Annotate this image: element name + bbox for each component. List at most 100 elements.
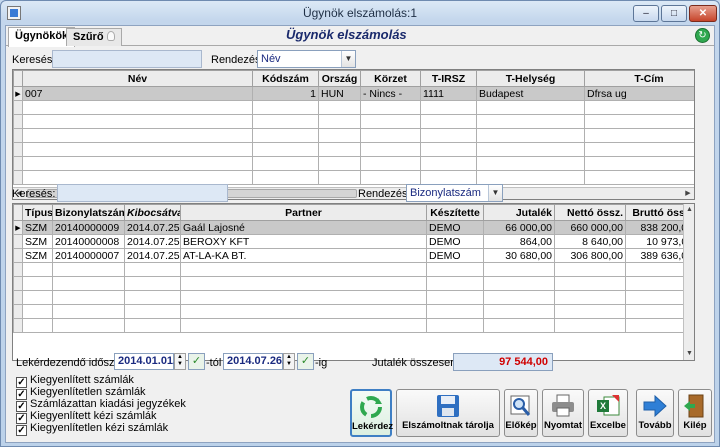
empty-row — [13, 290, 694, 305]
button-label: Kilép — [683, 420, 707, 431]
excelbe-button[interactable]: X Excelbe — [588, 389, 628, 437]
invoices-header-row: Típus Bizonylatszám Kibocsátva Partner K… — [13, 204, 694, 221]
vertical-scrollbar[interactable]: ▲ ▼ — [683, 204, 694, 360]
table-cell: 2014.07.25. — [124, 248, 181, 263]
table-cell: 30 680,00 — [483, 248, 555, 263]
table-cell: 2014.07.25. — [124, 234, 181, 249]
excel-icon: X — [597, 395, 620, 416]
total-label: Jutalék összesen: — [372, 357, 460, 369]
empty-row — [13, 304, 694, 319]
table-cell: 8 640,00 — [554, 234, 626, 249]
preview-icon — [510, 395, 531, 416]
table-cell: DEMO — [426, 234, 484, 249]
empty-row — [13, 276, 694, 291]
column-header[interactable]: Ország — [318, 70, 361, 87]
button-label: Elszámoltnak tárolja — [402, 420, 494, 431]
table-row[interactable]: SZM 20140000007 2014.07.25. AT-LA-KA BT.… — [13, 248, 694, 263]
tab-szuro[interactable]: Szűrő — [66, 28, 122, 46]
kilep-button[interactable]: Kilép — [678, 389, 712, 437]
table-cell: SZM — [22, 234, 53, 249]
table-cell: 20140000009 — [52, 220, 125, 235]
chevron-down-icon: ▼ — [488, 185, 502, 201]
top-sort-select[interactable]: Név ▼ — [257, 50, 356, 68]
scroll-down-icon[interactable]: ▼ — [684, 348, 694, 360]
table-cell: BEROXY KFT — [180, 234, 427, 249]
agents-grid: Név Kódszám Ország Körzet T-IRSZ T-Helys… — [12, 69, 695, 200]
column-header[interactable]: Készítette — [426, 204, 484, 221]
date-to-input[interactable]: 2014.07.26. — [223, 353, 285, 370]
checkbox-label: Kiegyenlített kézi számlák — [30, 410, 157, 422]
button-label: Nyomtat — [543, 420, 582, 431]
bottom-sort-select[interactable]: Bizonylatszám ▼ — [406, 184, 503, 202]
printer-icon — [552, 394, 574, 417]
column-header[interactable]: T-Cím — [584, 70, 694, 87]
chevron-down-icon: ▼ — [341, 51, 355, 67]
empty-row — [13, 318, 694, 333]
table-cell: SZM — [22, 220, 53, 235]
tovabb-button[interactable]: Tovább — [636, 389, 674, 437]
column-header[interactable]: T-Helység — [476, 70, 585, 87]
date-from-spinner[interactable]: ▲ ▼ — [174, 353, 186, 370]
empty-row — [13, 128, 694, 143]
empty-row — [13, 262, 694, 277]
bottom-sort-label: Rendezés: — [358, 188, 411, 200]
bottom-sort-value: Bizonylatszám — [410, 187, 481, 199]
top-search-input[interactable] — [52, 50, 202, 68]
table-cell: 20140000007 — [52, 248, 125, 263]
table-row[interactable]: SZM 20140000008 2014.07.25. BEROXY KFT D… — [13, 234, 694, 249]
checkbox-kiegyenlitetlen-kezi[interactable]: ✓ Kiegyenlítetlen kézi számlák — [16, 422, 168, 436]
checkbox-label: Kiegyenlítetlen kézi számlák — [30, 422, 169, 434]
date-from-input[interactable]: 2014.01.01. — [114, 353, 176, 370]
elokep-button[interactable]: Előkép — [504, 389, 538, 437]
empty-row — [13, 170, 694, 185]
nyomtat-button[interactable]: Nyomtat — [542, 389, 584, 437]
column-header[interactable]: Partner — [180, 204, 427, 221]
table-cell: DEMO — [426, 220, 484, 235]
period-label: Lekérdezendő időszak: — [16, 357, 130, 369]
top-search-label: Keresés: — [12, 54, 56, 66]
empty-row — [13, 114, 694, 129]
empty-row — [13, 100, 694, 115]
column-header[interactable]: T-IRSZ — [420, 70, 477, 87]
column-header[interactable]: Nettó össz. — [554, 204, 626, 221]
date-to-spinner[interactable]: ▲ ▼ — [283, 353, 295, 370]
top-sort-value: Név — [261, 53, 281, 65]
empty-row — [13, 156, 694, 171]
checkbox-label: Számlázattan kiadási jegyzékek — [30, 398, 186, 410]
maximize-button[interactable]: □ — [661, 5, 687, 22]
table-cell: 1 — [252, 86, 319, 101]
table-cell: DEMO — [426, 248, 484, 263]
tarolja-button[interactable]: Elszámoltnak tárolja — [396, 389, 500, 437]
scroll-up-icon[interactable]: ▲ — [684, 204, 694, 216]
column-header[interactable]: Típus — [22, 204, 53, 221]
lekerdez-button[interactable]: Lekérdez — [350, 389, 393, 437]
close-button[interactable]: ✕ — [689, 5, 717, 22]
refresh-icon[interactable]: ↻ — [695, 28, 710, 43]
table-cell: 864,00 — [483, 234, 555, 249]
column-header[interactable]: Bizonylatszám — [52, 204, 125, 221]
minimize-button[interactable]: – — [633, 5, 659, 22]
total-value: 97 544,00 — [453, 353, 553, 371]
top-sort-label: Rendezés: — [211, 54, 264, 66]
row-pointer-icon: ▶ — [13, 86, 23, 101]
column-header[interactable]: Jutalék — [483, 204, 555, 221]
calendar-icon[interactable]: ✓ — [297, 353, 314, 370]
table-cell: 007 — [22, 86, 253, 101]
checkbox-checked-icon[interactable]: ✓ — [16, 425, 27, 436]
window-title: Ügynök elszámolás:1 — [302, 6, 418, 20]
arrow-right-icon — [643, 394, 667, 418]
table-cell: Dfrsa ug — [584, 86, 694, 101]
scroll-right-icon[interactable]: ▶ — [682, 188, 694, 199]
bottom-search-input[interactable] — [57, 184, 228, 202]
table-row[interactable]: ▶ 007 1 HUN - Nincs - 1111 Budapest Dfrs… — [13, 86, 694, 101]
button-label: Előkép — [505, 420, 537, 431]
table-row[interactable]: ▶ SZM 20140000009 2014.07.25. Gaál Lajos… — [13, 220, 694, 235]
column-header[interactable]: Kódszám — [252, 70, 319, 87]
row-indicator-header — [13, 204, 23, 221]
column-header[interactable]: Név — [22, 70, 253, 87]
calendar-icon[interactable]: ✓ — [188, 353, 205, 370]
empty-row — [13, 142, 694, 157]
column-header[interactable]: Körzet — [360, 70, 421, 87]
table-cell: - Nincs - — [360, 86, 421, 101]
column-header[interactable]: Kibocsátva — [124, 204, 181, 221]
